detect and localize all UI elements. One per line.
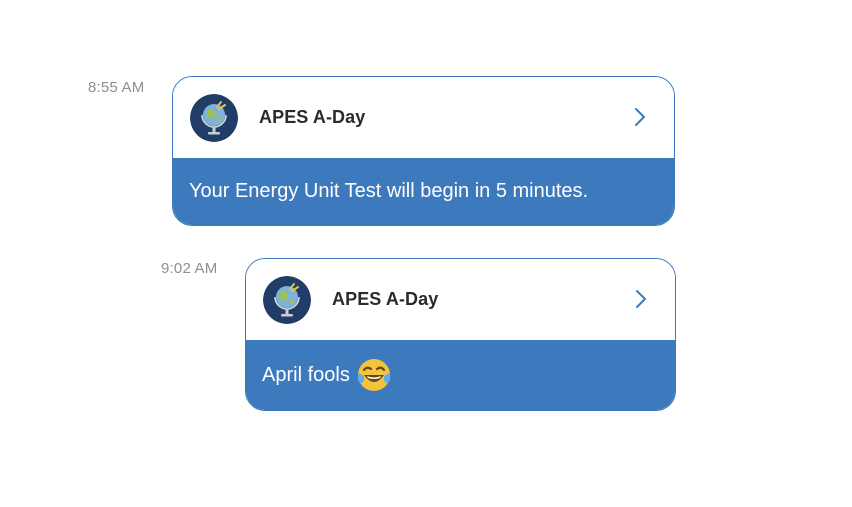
message-text: Your Energy Unit Test will begin in 5 mi… (189, 180, 589, 202)
chevron-right-icon[interactable] (635, 289, 647, 309)
message-text: April fools (262, 363, 350, 386)
notification-card[interactable]: APES A-Day Your Energy Unit Test will be… (172, 76, 675, 226)
app-name: APES A-Day (332, 289, 439, 309)
notification-message: Your Energy Unit Test will begin in 5 mi… (173, 158, 674, 225)
notification-card[interactable]: APES A-Day April fools (245, 258, 676, 411)
notification-timestamp: 9:02 AM (161, 260, 218, 277)
notification-timestamp: 8:55 AM (88, 79, 145, 96)
notification-message: April fools (246, 340, 675, 410)
globe-icon (190, 93, 238, 142)
chevron-right-icon[interactable] (634, 107, 646, 127)
globe-icon (263, 275, 311, 324)
notification-header[interactable]: APES A-Day (173, 77, 674, 158)
notification-header[interactable]: APES A-Day (246, 259, 675, 340)
app-name: APES A-Day (259, 107, 366, 127)
tears-of-joy-emoji (357, 359, 391, 391)
